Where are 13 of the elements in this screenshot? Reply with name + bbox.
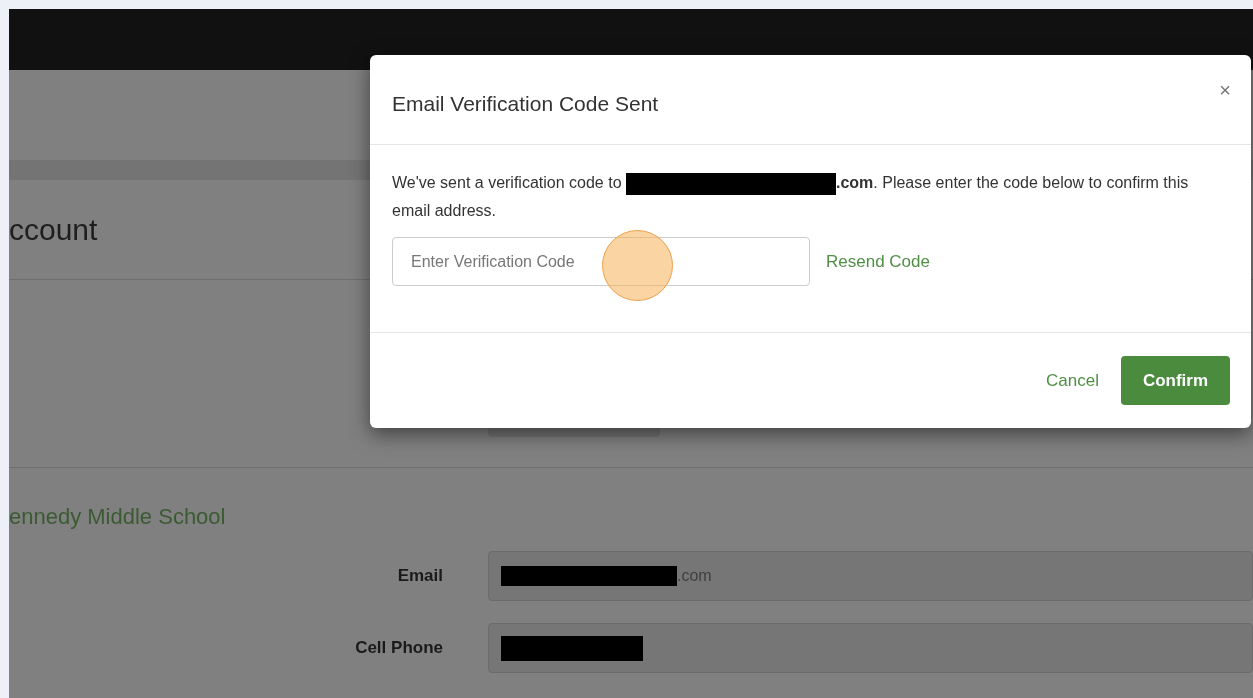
- resend-code-link[interactable]: Resend Code: [826, 248, 930, 275]
- field-label: Cell Phone: [354, 637, 443, 660]
- close-button[interactable]: ×: [1219, 80, 1231, 100]
- field-label: Email: [396, 565, 443, 588]
- code-input-field[interactable]: Enter Verification Code: [392, 237, 810, 286]
- school-heading: ennedy Middle School: [9, 504, 226, 529]
- dialog-message: We've sent a verification code to .com. Please enter the code below to confirm this email address.: [392, 171, 1190, 221]
- cancel-button[interactable]: Cancel: [1044, 367, 1101, 394]
- dialog-title: Email Verification Code Sent: [392, 91, 659, 117]
- text-field[interactable]: .com: [488, 551, 1253, 601]
- page-heading: ccount: [9, 212, 98, 248]
- field-value: .com: [677, 566, 712, 586]
- confirm-button[interactable]: Confirm: [1121, 356, 1230, 405]
